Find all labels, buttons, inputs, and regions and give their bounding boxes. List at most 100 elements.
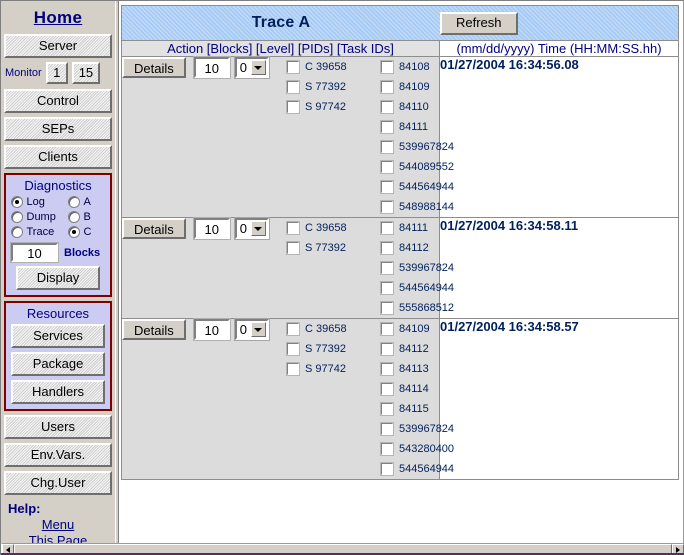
task-checkbox-row[interactable]: 539967824 — [381, 419, 491, 439]
radio-option-log[interactable]: Log — [11, 196, 68, 208]
checkbox-icon[interactable] — [381, 463, 393, 475]
pid-checkbox-row[interactable]: C 39658 — [287, 57, 367, 77]
checkbox-icon[interactable] — [381, 121, 393, 133]
pid-checkbox-row[interactable]: S 77392 — [287, 77, 367, 97]
display-button[interactable]: Display — [16, 266, 100, 290]
blocks-input[interactable]: 10 — [11, 243, 58, 262]
blocks-input[interactable]: 10 — [194, 57, 230, 78]
task-checkbox-row[interactable]: 84115 — [381, 399, 491, 419]
checkbox-icon[interactable] — [287, 363, 299, 375]
handlers-button[interactable]: Handlers — [11, 380, 105, 404]
server-button[interactable]: Server — [4, 34, 112, 58]
task-checkbox-row[interactable]: 84110 — [381, 97, 491, 117]
blocks-input[interactable]: 10 — [194, 319, 230, 340]
monitor-button-1[interactable]: 1 — [46, 62, 68, 84]
page-layout: Home Server Monitor 1 15 Control SEPs Cl… — [1, 1, 683, 544]
task-checkbox-row[interactable]: 84112 — [381, 339, 491, 359]
seps-button[interactable]: SEPs — [4, 117, 112, 141]
task-checkbox-row[interactable]: 548988144 — [381, 197, 491, 217]
checkbox-icon[interactable] — [287, 81, 299, 93]
pid-checkbox-row[interactable]: S 77392 — [287, 238, 367, 258]
radio-icon-trace[interactable] — [11, 226, 23, 238]
radio-option-a[interactable]: A — [68, 196, 106, 208]
radio-icon-dump[interactable] — [11, 211, 23, 223]
checkbox-icon[interactable] — [287, 343, 299, 355]
radio-icon-b[interactable] — [68, 211, 80, 223]
task-checkbox-row[interactable]: 84113 — [381, 359, 491, 379]
task-checkbox-row[interactable]: 539967824 — [381, 137, 491, 157]
checkbox-icon[interactable] — [381, 262, 393, 274]
task-checkbox-row[interactable]: 84111 — [381, 117, 491, 137]
task-checkbox-row[interactable]: 555868512 — [381, 298, 491, 318]
level-select[interactable]: 0 — [235, 319, 269, 340]
pid-checkbox-row[interactable]: S 97742 — [287, 359, 367, 379]
checkbox-icon[interactable] — [287, 101, 299, 113]
task-checkbox-row[interactable]: 539967824 — [381, 258, 491, 278]
checkbox-icon[interactable] — [381, 101, 393, 113]
users-button[interactable]: Users — [4, 415, 112, 439]
checkbox-icon[interactable] — [381, 343, 393, 355]
task-id-label: 544089552 — [399, 161, 454, 173]
radio-option-b[interactable]: B — [68, 211, 106, 223]
level-select[interactable]: 0 — [235, 57, 269, 78]
checkbox-icon[interactable] — [381, 201, 393, 213]
checkbox-icon[interactable] — [381, 242, 393, 254]
level-select[interactable]: 0 — [235, 218, 269, 239]
radio-icon-log[interactable] — [11, 196, 23, 208]
task-checkbox-row[interactable]: 544564944 — [381, 177, 491, 197]
checkbox-icon[interactable] — [287, 61, 299, 73]
checkbox-icon[interactable] — [381, 181, 393, 193]
checkbox-icon[interactable] — [381, 323, 393, 335]
details-button[interactable]: Details — [122, 319, 186, 340]
checkbox-icon[interactable] — [381, 282, 393, 294]
radio-option-dump[interactable]: Dump — [11, 211, 68, 223]
checkbox-icon[interactable] — [381, 302, 393, 314]
services-button[interactable]: Services — [11, 324, 105, 348]
task-checkbox-row[interactable]: 543280400 — [381, 439, 491, 459]
home-title[interactable]: Home — [4, 8, 112, 28]
pid-checkbox-row[interactable]: S 77392 — [287, 339, 367, 359]
checkbox-icon[interactable] — [381, 61, 393, 73]
radio-option-c[interactable]: C — [68, 226, 106, 238]
radio-option-trace[interactable]: Trace — [11, 226, 68, 238]
envvars-button[interactable]: Env.Vars. — [4, 443, 112, 467]
clients-button[interactable]: Clients — [4, 145, 112, 169]
monitor-button-15[interactable]: 15 — [72, 62, 100, 84]
checkbox-icon[interactable] — [381, 363, 393, 375]
checkbox-icon[interactable] — [381, 222, 393, 234]
chevron-down-icon[interactable] — [251, 322, 266, 337]
task-id-label: 84114 — [399, 383, 429, 395]
checkbox-icon[interactable] — [287, 323, 299, 335]
details-button[interactable]: Details — [122, 57, 186, 78]
help-link-menu[interactable]: Menu — [4, 517, 112, 532]
checkbox-icon[interactable] — [381, 443, 393, 455]
chevron-down-icon[interactable] — [251, 60, 266, 75]
checkbox-icon[interactable] — [287, 242, 299, 254]
chevron-down-icon[interactable] — [251, 221, 266, 236]
task-checkbox-row[interactable]: 84112 — [381, 238, 491, 258]
task-checkbox-row[interactable]: 544564944 — [381, 278, 491, 298]
chguser-button[interactable]: Chg.User — [4, 471, 112, 495]
blocks-input[interactable]: 10 — [194, 218, 230, 239]
radio-icon-c[interactable] — [68, 226, 80, 238]
checkbox-icon[interactable] — [381, 403, 393, 415]
pid-checkbox-row[interactable]: S 97742 — [287, 97, 367, 117]
pid-checkbox-row[interactable]: C 39658 — [287, 319, 367, 339]
control-button[interactable]: Control — [4, 89, 112, 113]
task-checkbox-row[interactable]: 84109 — [381, 77, 491, 97]
checkbox-icon[interactable] — [287, 222, 299, 234]
checkbox-icon[interactable] — [381, 383, 393, 395]
pid-label: S 77392 — [305, 343, 346, 355]
task-checkbox-row[interactable]: 544089552 — [381, 157, 491, 177]
task-checkbox-row[interactable]: 84114 — [381, 379, 491, 399]
checkbox-icon[interactable] — [381, 423, 393, 435]
package-button[interactable]: Package — [11, 352, 105, 376]
checkbox-icon[interactable] — [381, 81, 393, 93]
refresh-button[interactable]: Refresh — [440, 12, 518, 35]
checkbox-icon[interactable] — [381, 161, 393, 173]
pid-checkbox-row[interactable]: C 39658 — [287, 218, 367, 238]
task-checkbox-row[interactable]: 544564944 — [381, 459, 491, 479]
details-button[interactable]: Details — [122, 218, 186, 239]
radio-icon-a[interactable] — [68, 196, 80, 208]
checkbox-icon[interactable] — [381, 141, 393, 153]
